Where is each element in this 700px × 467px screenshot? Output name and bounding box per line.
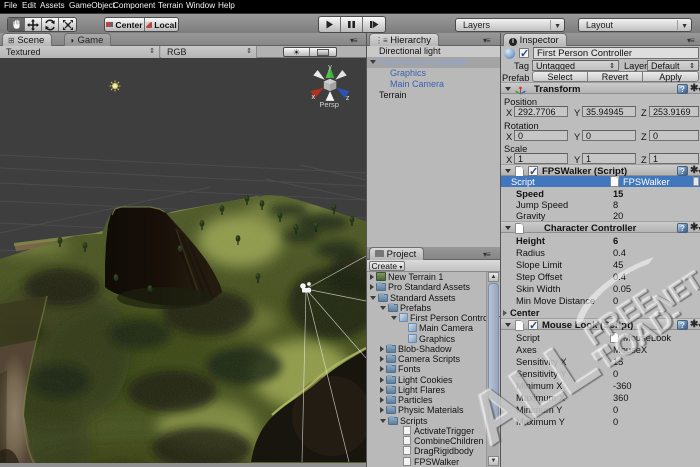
svg-text:z: z (346, 95, 350, 102)
svg-text:x: x (312, 94, 316, 101)
svg-text:y: y (328, 64, 332, 71)
svg-text:Persp: Persp (319, 100, 339, 109)
